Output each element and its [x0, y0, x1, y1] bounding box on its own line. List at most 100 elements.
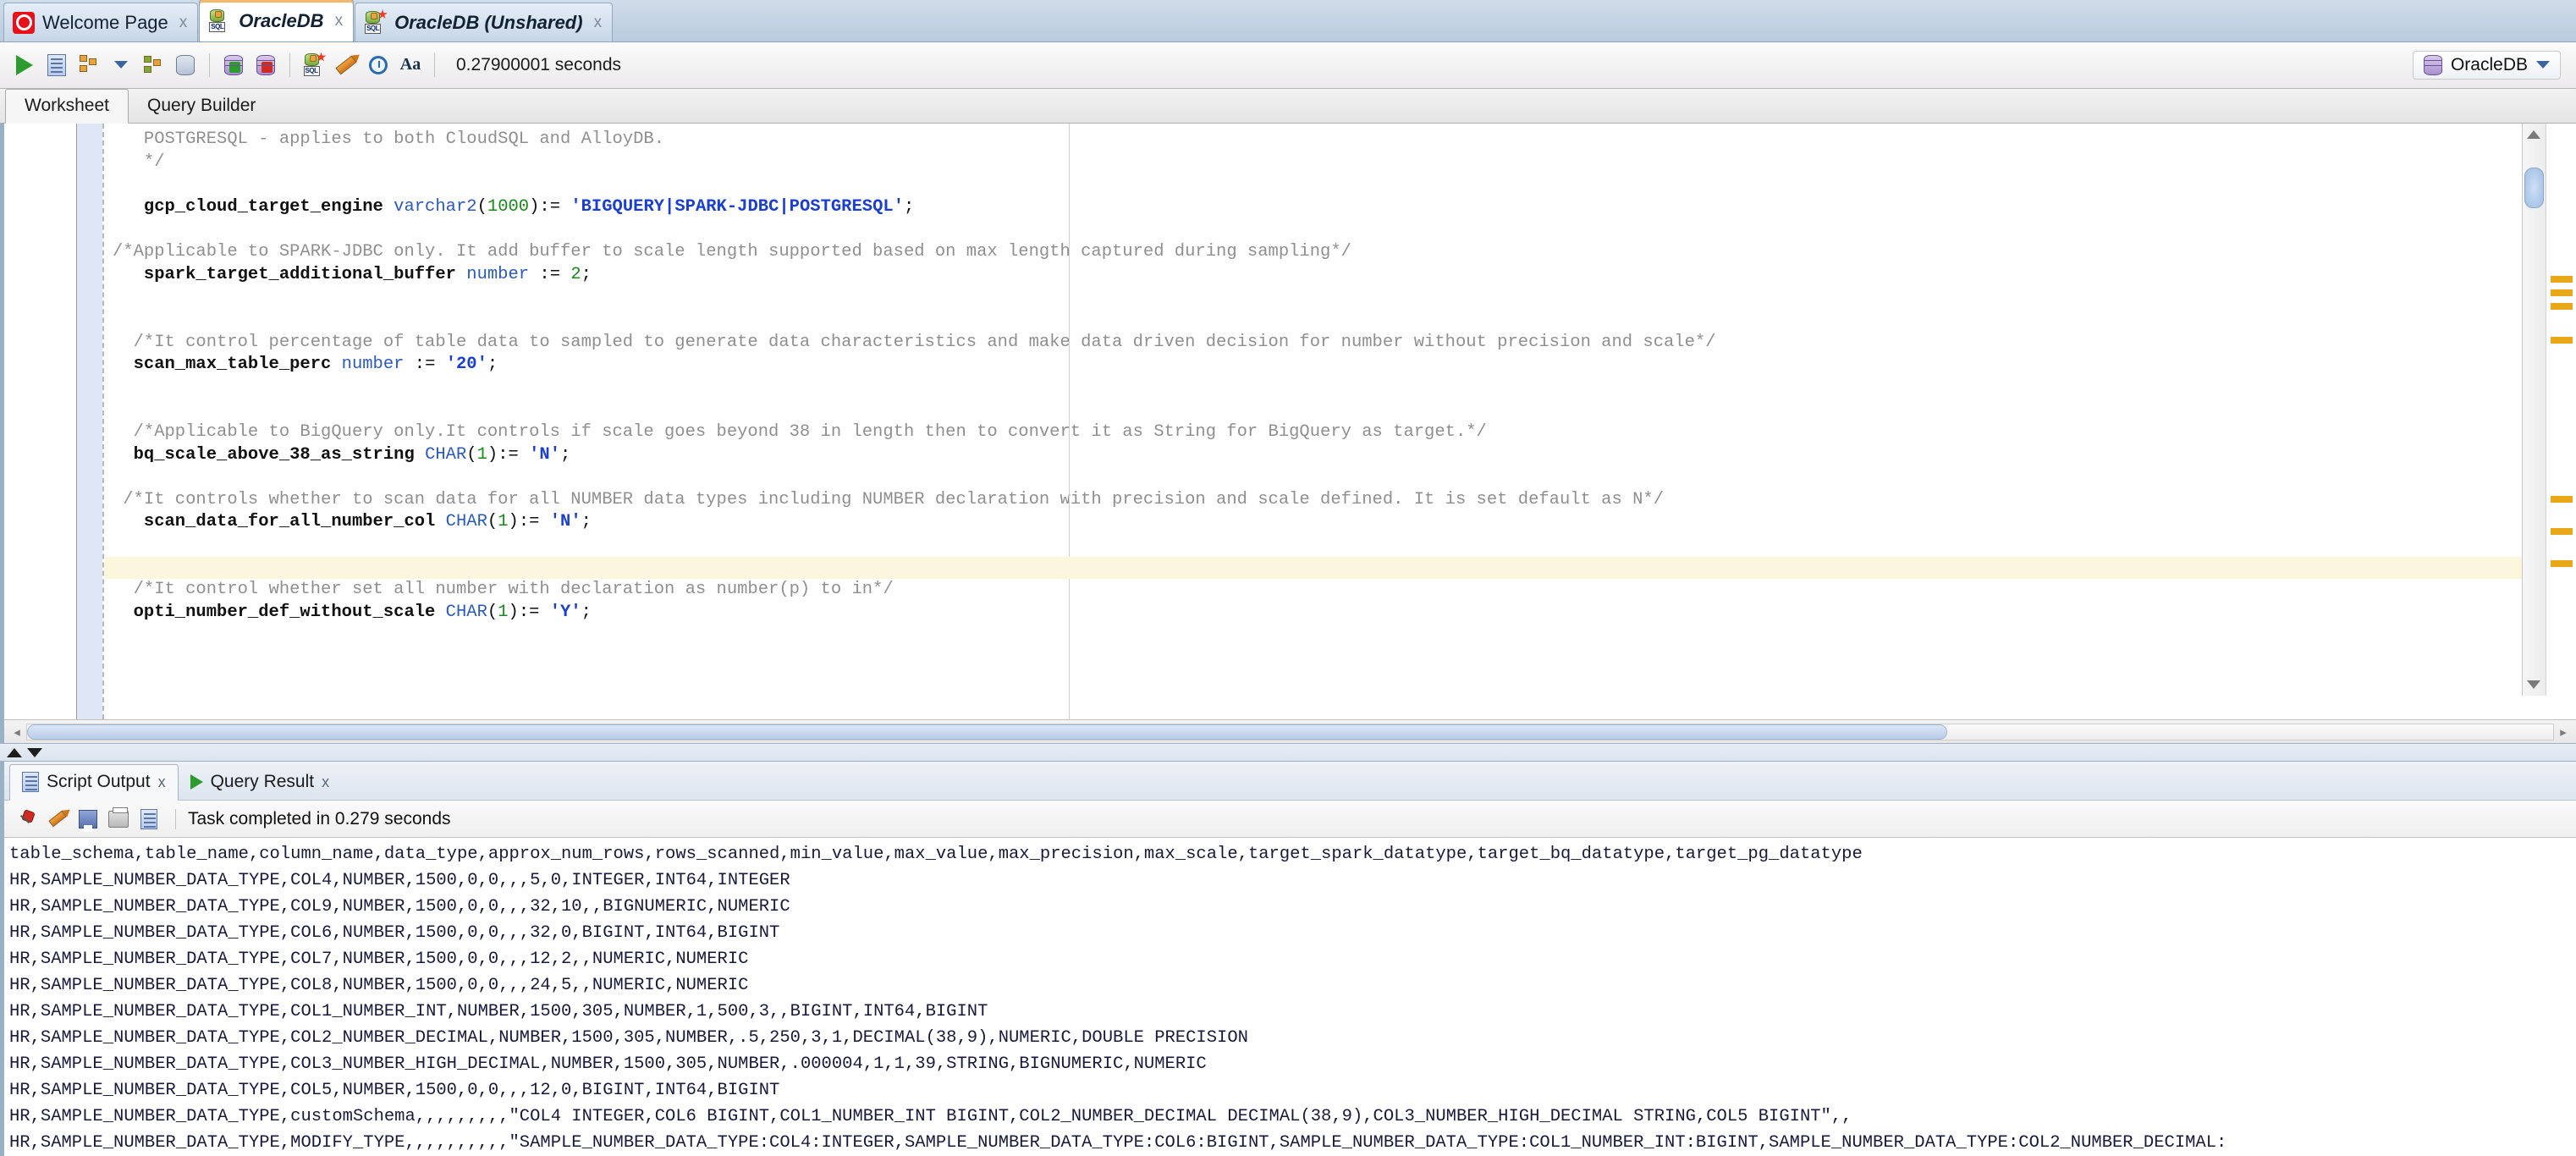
tab-query-builder[interactable]: Query Builder: [129, 90, 274, 123]
close-icon[interactable]: x: [322, 773, 329, 791]
toolbar-separator: [175, 808, 176, 829]
change-marker[interactable]: [2551, 276, 2573, 283]
toolbar-separator: [209, 52, 210, 77]
scroll-up-arrow[interactable]: [2527, 130, 2540, 140]
sql-developer-window: Welcome Page x SQL OracleDB x SQL Oracle…: [0, 0, 2576, 1156]
hscroll-left-arrow[interactable]: ◂: [8, 724, 26, 740]
sql-connection-unshared-icon: SQL: [364, 9, 388, 34]
run-script-button[interactable]: [41, 49, 73, 81]
tab-welcome-page[interactable]: Welcome Page x: [3, 3, 199, 41]
toolbar-separator: [434, 52, 435, 77]
print-output-button[interactable]: [104, 805, 133, 834]
explain-plan-button[interactable]: [137, 49, 169, 81]
change-marker[interactable]: [2551, 303, 2573, 311]
script-output-icon: [22, 772, 39, 792]
editor-gutter: [4, 124, 77, 720]
hscroll-track[interactable]: [26, 723, 2554, 740]
save-output-button[interactable]: [74, 805, 102, 834]
code-line: /*It control percentage of table data to…: [113, 332, 1716, 352]
tab-oracledb-unshared[interactable]: SQL OracleDB (Unshared) x: [355, 3, 614, 41]
code-area[interactable]: POSTGRESQL - applies to both CloudSQL an…: [102, 124, 2576, 720]
pin-button[interactable]: [13, 805, 41, 834]
db-rollback-icon: [256, 54, 275, 75]
change-marker[interactable]: [2551, 528, 2573, 536]
connection-selector[interactable]: OracleDB: [2412, 50, 2561, 80]
rollback-button[interactable]: [250, 49, 282, 81]
schedule-button[interactable]: [362, 49, 394, 81]
run-statement-button[interactable]: [8, 49, 41, 81]
hscroll-thumb[interactable]: [27, 724, 1947, 740]
tab-worksheet[interactable]: Worksheet: [5, 89, 129, 124]
open-output-button[interactable]: [135, 805, 163, 834]
code-line: /*It control whether set all number with…: [113, 580, 894, 600]
output-line: HR,SAMPLE_NUMBER_DATA_TYPE,MODIFY_TYPE,,…: [9, 1133, 2227, 1153]
vertical-scroll-thumb[interactable]: [2524, 168, 2544, 209]
db-check-icon: [224, 54, 243, 75]
elapsed-time-label: 0.27900001 seconds: [456, 54, 621, 74]
output-line: HR,SAMPLE_NUMBER_DATA_TYPE,COL7,NUMBER,1…: [9, 950, 749, 969]
close-icon[interactable]: x: [176, 14, 188, 32]
toolbar-separator: [289, 52, 290, 77]
pin-icon: [19, 811, 36, 828]
script-output-text[interactable]: table_schema,table_name,column_name,data…: [4, 838, 2576, 1156]
unshared-worksheet-button[interactable]: SQL: [298, 49, 330, 81]
printer-icon: [108, 806, 129, 828]
close-icon[interactable]: x: [591, 14, 603, 32]
autotrace-dropdown[interactable]: [105, 49, 137, 81]
editor-tab-strip: Welcome Page x SQL OracleDB x SQL Oracle…: [0, 0, 2576, 42]
tab-script-output[interactable]: Script Output x: [9, 764, 179, 801]
close-icon[interactable]: x: [332, 12, 344, 30]
collapse-up-icon[interactable]: [7, 747, 22, 757]
code-line: bq_scale_above_38_as_string CHAR(1):= 'N…: [113, 444, 571, 465]
hscroll-right-arrow[interactable]: ▸: [2554, 724, 2573, 740]
change-marker[interactable]: [2551, 289, 2573, 297]
collapse-down-icon[interactable]: [27, 747, 42, 757]
code-line: opti_number_def_without_scale CHAR(1):= …: [113, 602, 592, 622]
code-fold-guide: [1069, 124, 1070, 720]
close-icon[interactable]: x: [158, 773, 166, 791]
scroll-down-arrow[interactable]: [2527, 680, 2540, 690]
chevron-down-icon: [114, 61, 128, 69]
editor-vertical-scrollbar[interactable]: [2522, 124, 2546, 696]
change-marker[interactable]: [2551, 337, 2573, 344]
sql-editor: POSTGRESQL - applies to both CloudSQL an…: [0, 124, 2576, 744]
oracle-logo-icon: [13, 11, 35, 34]
output-tab-bar: Script Output x Query Result x: [4, 762, 2576, 801]
eraser-icon: [48, 810, 67, 828]
run-script-icon: [47, 53, 66, 76]
clear-button[interactable]: [330, 49, 362, 81]
change-marker[interactable]: [2551, 496, 2573, 504]
output-line: table_schema,table_name,column_name,data…: [9, 845, 1863, 864]
code-text[interactable]: POSTGRESQL - applies to both CloudSQL an…: [104, 124, 2576, 624]
panel-splitter[interactable]: [0, 743, 2576, 762]
change-marker[interactable]: [2551, 560, 2573, 568]
output-tab-label: Script Output: [47, 772, 151, 791]
clear-output-button[interactable]: [43, 805, 72, 834]
current-line-highlight: [104, 556, 2576, 580]
editor-horizontal-scrollbar[interactable]: ◂ ▸: [4, 719, 2576, 744]
case-toggle-button[interactable]: Aa: [394, 49, 427, 81]
code-line: spark_target_additional_buffer number :=…: [113, 264, 592, 284]
chevron-down-icon[interactable]: [2536, 61, 2550, 69]
output-line: HR,SAMPLE_NUMBER_DATA_TYPE,COL3_NUMBER_H…: [9, 1054, 1207, 1074]
code-line: gcp_cloud_target_engine varchar2(1000):=…: [113, 197, 915, 217]
sql-editor-body: POSTGRESQL - applies to both CloudSQL an…: [4, 124, 2576, 720]
tab-query-result[interactable]: Query Result x: [179, 765, 342, 800]
tab-oracledb[interactable]: SQL OracleDB x: [199, 0, 355, 41]
editor-marker-bar[interactable]: [2546, 124, 2576, 696]
output-line: HR,SAMPLE_NUMBER_DATA_TYPE,COL9,NUMBER,1…: [9, 897, 790, 917]
code-line: /*Applicable to BigQuery only.It control…: [113, 421, 1487, 442]
connection-label: OracleDB: [2450, 54, 2528, 74]
sql-history-button[interactable]: [169, 49, 201, 81]
green-play-icon: [190, 774, 203, 790]
commit-button[interactable]: [217, 49, 250, 81]
autotrace-button[interactable]: [73, 49, 105, 81]
aa-swap-icon: Aa: [399, 55, 421, 74]
